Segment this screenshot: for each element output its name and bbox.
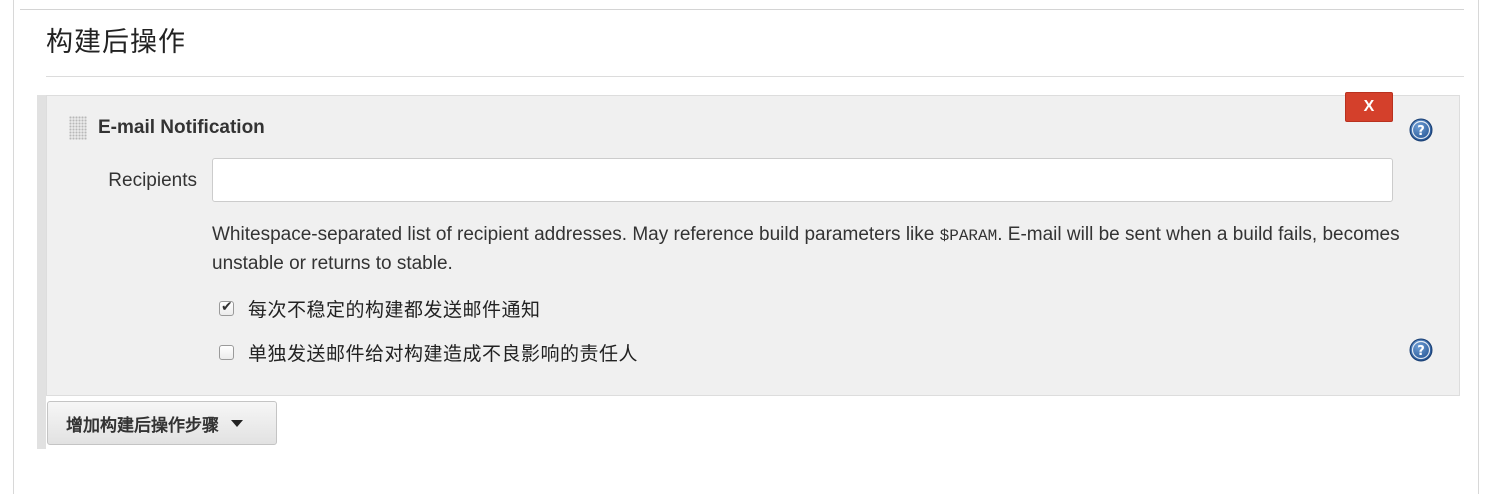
- recipients-help-text: Whitespace-separated list of recipient a…: [212, 221, 1412, 277]
- option-unstable-build[interactable]: ✔ 每次不稳定的构建都发送邮件通知: [219, 296, 541, 321]
- step-indent-bar: [37, 95, 46, 449]
- unstable-build-checkbox[interactable]: ✔: [219, 298, 234, 316]
- caret-down-icon: [231, 419, 243, 427]
- svg-text:?: ?: [1417, 344, 1425, 359]
- help-text-param: $PARAM: [939, 227, 998, 245]
- svg-text:?: ?: [1417, 124, 1425, 139]
- recipients-label: Recipients: [108, 170, 197, 191]
- option-label: 每次不稳定的构建都发送邮件通知: [248, 298, 541, 321]
- outer-border-left: [13, 0, 14, 494]
- option-notify-culprits[interactable]: 单独发送邮件给对构建造成不良影响的责任人: [219, 340, 639, 365]
- drag-handle-icon[interactable]: [69, 116, 87, 140]
- notify-culprits-checkbox[interactable]: [219, 344, 234, 360]
- checkmark-icon: ✔: [221, 298, 233, 315]
- help-text-part-1: Whitespace-separated list of recipient a…: [212, 224, 940, 245]
- step-title: E-mail Notification: [98, 117, 265, 138]
- delete-step-button[interactable]: X: [1345, 92, 1393, 122]
- help-icon[interactable]: ?: [1409, 338, 1433, 362]
- add-step-label: 增加构建后操作步骤: [66, 415, 219, 436]
- add-post-build-step-button[interactable]: 增加构建后操作步骤: [47, 401, 277, 445]
- recipients-input[interactable]: [212, 158, 1393, 202]
- title-divider: [46, 76, 1464, 77]
- post-build-actions-page: 构建后操作 E-mail Notification X ? Recipients…: [0, 0, 1490, 494]
- help-icon[interactable]: ?: [1409, 118, 1433, 142]
- top-divider: [20, 9, 1464, 10]
- outer-border-right: [1478, 0, 1479, 494]
- section-title: 构建后操作: [46, 27, 186, 58]
- option-label: 单独发送邮件给对构建造成不良影响的责任人: [248, 342, 639, 365]
